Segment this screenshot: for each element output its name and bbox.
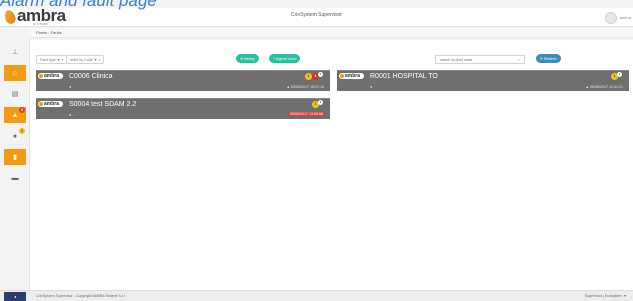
- fault-count-badge: 1: [19, 128, 25, 134]
- clear-icon[interactable]: ×: [518, 57, 520, 62]
- network-icon: ⊥: [11, 48, 19, 56]
- copyright-text: CrioSystem Supervisor - Copyright AMBRA …: [36, 294, 126, 298]
- fault-type-filter[interactable]: Fault type ▼ ×: [36, 55, 68, 64]
- device-icon: ▮: [13, 153, 17, 161]
- plant-name: C0006 Clinica: [69, 73, 113, 80]
- report-icon: ▬: [11, 174, 19, 182]
- plant-card-s0004[interactable]: ambra S0004 test SDAM 2.2 ● ... 1 1 05/0…: [36, 98, 330, 119]
- fault-timestamp: ▲ 05/06/2017 12:31:21: [585, 85, 623, 89]
- info-badge: 1: [318, 72, 323, 77]
- sidebar-item-documents[interactable]: ▤: [4, 86, 26, 102]
- card-badges: 1 1 1: [305, 72, 323, 80]
- fault-timestamp-alert: 05/06/2017 13:06:58: [289, 112, 324, 116]
- sidebar: ⊥ ⌂ ▤ ▲ 3 ● 1 ▮ ▬: [0, 40, 30, 290]
- sidebar-item-network[interactable]: ⊥: [4, 44, 26, 60]
- document-icon: ▤: [11, 90, 19, 98]
- card-logo: ambra: [38, 101, 63, 107]
- search-input[interactable]: [440, 57, 510, 62]
- breadcrumb: Plants - Faults: [36, 30, 62, 35]
- sidebar-item-reports[interactable]: ▬: [4, 170, 26, 186]
- sidebar-toggle-button[interactable]: ◂: [4, 292, 26, 301]
- plant-card-r0001[interactable]: ambra R0001 HOSPITAL TO ● 1 1 ▲ 05/06/20…: [337, 70, 629, 91]
- home-icon: ⌂: [12, 69, 18, 77]
- alarm-count-badge: 3: [19, 107, 25, 113]
- sidebar-item-devices[interactable]: ▮: [4, 149, 26, 165]
- plant-search[interactable]: ×: [435, 55, 525, 64]
- app-root: Alarm and fault page ambra SISTEMI CrioS…: [0, 0, 633, 301]
- plant-name: S0004 test SDAM 2.2: [69, 101, 137, 108]
- warning-icon: ▲: [11, 111, 19, 119]
- plant-card-c0006[interactable]: ambra C0006 Clinica ● 1 1 1 ▲ 05/06/2017…: [36, 70, 330, 91]
- avatar[interactable]: [604, 11, 617, 24]
- card-logo-text: ambra: [44, 100, 60, 107]
- sidebar-item-home[interactable]: ⌂: [4, 65, 26, 81]
- fault-icon: ●: [12, 132, 18, 140]
- overlay-title: Alarm and fault page: [0, 0, 157, 10]
- main-content: Fault type ▼ × order by Code ▼ × ⟲ histo…: [30, 40, 633, 290]
- order-by-filter[interactable]: order by Code ▼ ×: [66, 55, 105, 64]
- logo-drop-icon: [39, 74, 43, 78]
- plant-name: R0001 HOSPITAL TO: [370, 73, 438, 80]
- refresh-button[interactable]: ⟳ Refresh: [536, 54, 561, 63]
- card-badges: 1 1: [312, 100, 323, 108]
- sidebar-item-alarms[interactable]: ▲ 3: [4, 107, 26, 123]
- card-badges: 1 1: [611, 72, 622, 80]
- card-logo-text: ambra: [345, 72, 361, 79]
- plant-status-dot: ●: [69, 84, 72, 89]
- card-logo: ambra: [339, 73, 364, 79]
- legend-button[interactable]: ? legend Level: [269, 54, 301, 63]
- info-badge: 1: [617, 72, 622, 77]
- breadcrumb-bar: Plants - Faults: [30, 28, 633, 38]
- chevron-left-icon: ◂: [13, 294, 16, 299]
- plant-status-dot: ● ...: [69, 112, 76, 117]
- sidebar-item-faults[interactable]: ● 1: [4, 128, 26, 144]
- logo-subtitle: SISTEMI: [33, 22, 49, 26]
- user-name[interactable]: ambra: [620, 15, 631, 20]
- logo-drop-icon: [39, 102, 43, 106]
- environment-selector[interactable]: Supervisor | Ecosystem ▼: [585, 294, 627, 298]
- fault-timestamp: ▲ 05/06/2017 15:07:16: [286, 85, 324, 89]
- warning-count-badge[interactable]: 1: [305, 73, 312, 80]
- info-badge: 1: [318, 100, 323, 105]
- footer: ◂ CrioSystem Supervisor - Copyright AMBR…: [0, 290, 633, 301]
- logo-drop-icon: [340, 74, 344, 78]
- plant-status-dot: ●: [370, 84, 373, 89]
- card-logo-text: ambra: [44, 72, 60, 79]
- user-menu[interactable]: ambra: [604, 11, 631, 24]
- card-logo: ambra: [38, 73, 63, 79]
- app-title: CrioSystem Supervisor: [290, 12, 343, 18]
- history-button[interactable]: ⟲ history: [236, 54, 259, 63]
